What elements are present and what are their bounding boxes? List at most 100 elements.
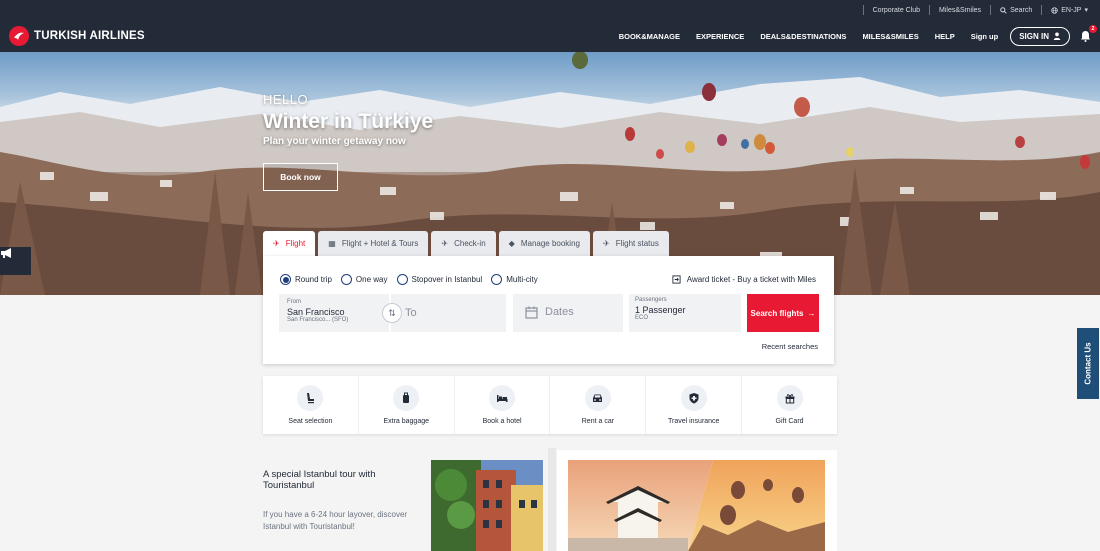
main-nav: BOOK&MANAGE EXPERIENCE DEALS&DESTINATION…	[611, 25, 1097, 47]
calendar-icon	[525, 306, 538, 319]
service-travel-insurance[interactable]: Travel insurance	[646, 376, 743, 434]
from-city: San Francisco	[287, 307, 345, 317]
nav-experience[interactable]: EXPERIENCE	[688, 25, 752, 47]
radio-label: One way	[355, 275, 388, 284]
baggage-icon	[393, 385, 420, 411]
service-extra-baggage[interactable]: Extra baggage	[359, 376, 455, 434]
divider	[990, 5, 992, 15]
award-ticket-link[interactable]: Award ticket - Buy a ticket with Miles	[672, 275, 816, 284]
swap-icon: ⇅	[388, 307, 396, 318]
promo-divider	[548, 448, 556, 551]
service-label: Seat selection	[288, 418, 333, 425]
miles-smiles-link[interactable]: Miles&Smiles	[939, 7, 981, 14]
hotel-icon: ▦	[328, 239, 336, 248]
promo-title[interactable]: A special Istanbul tour with Touristanbu…	[263, 469, 413, 491]
radio-one-way[interactable]: One way	[340, 274, 388, 285]
ticket-icon: ◆	[508, 239, 515, 248]
corporate-club-link[interactable]: Corporate Club	[873, 7, 920, 14]
globe-icon	[1051, 6, 1058, 14]
gift-icon	[776, 385, 803, 411]
search-flights-label: Search flights	[750, 308, 804, 318]
shield-icon	[680, 385, 707, 411]
chevron-down-icon: ▾	[1084, 7, 1088, 14]
tab-flight-status[interactable]: ✈ Flight status	[592, 231, 669, 256]
service-label: Gift Card	[775, 418, 804, 425]
arrow-right-icon: →	[807, 308, 816, 318]
service-label: Book a hotel	[482, 418, 522, 425]
car-icon	[584, 385, 611, 411]
check-in-icon: ✈	[441, 239, 449, 248]
tab-check-in[interactable]: ✈ Check-in	[431, 231, 496, 256]
services-bar: Seat selection Extra baggage Book a hote…	[263, 376, 837, 434]
radio-round-trip[interactable]: Round trip	[280, 274, 332, 285]
language-selector[interactable]: EN-JP ▾	[1051, 6, 1088, 14]
user-icon	[1053, 32, 1061, 40]
search-label: Search	[1010, 6, 1033, 14]
sign-in-label: SIGN IN	[1019, 31, 1049, 41]
plane-icon: ✈	[273, 239, 280, 248]
radio-selected-icon	[280, 274, 291, 285]
service-seat-selection[interactable]: Seat selection	[263, 376, 359, 434]
search-link[interactable]: Search	[1000, 7, 1032, 14]
from-airport: San Francisco... (SFO)	[287, 317, 349, 323]
nav-deals-destinations[interactable]: DEALS&DESTINATIONS	[752, 25, 854, 47]
announcement-button[interactable]	[0, 247, 31, 275]
contact-us-label: Contact Us	[1083, 342, 1093, 385]
bell-icon	[1080, 31, 1090, 42]
utility-bar: Corporate Club Miles&Smiles Search EN-JP…	[0, 0, 1100, 20]
hero-subline: Plan your winter getaway now	[263, 136, 406, 147]
from-field[interactable]: From San Francisco San Francisco... (SFO…	[279, 294, 389, 332]
service-book-hotel[interactable]: Book a hotel	[455, 376, 551, 434]
passengers-value: 1 Passenger	[635, 305, 686, 315]
service-gift-card[interactable]: Gift Card	[742, 376, 837, 434]
to-field[interactable]: To	[391, 294, 506, 332]
to-placeholder: To	[405, 307, 417, 319]
tab-flight-hotel-tours[interactable]: ▦ Flight + Hotel & Tours	[318, 231, 429, 256]
tab-label: Flight status	[615, 239, 659, 248]
divider	[1041, 5, 1043, 15]
hero-greeting: HELLO	[263, 92, 309, 107]
booking-tabs: ✈ Flight ▦ Flight + Hotel & Tours ✈ Chec…	[263, 231, 669, 256]
istanbul-street-image[interactable]	[431, 460, 543, 551]
tab-flight[interactable]: ✈ Flight	[263, 231, 316, 256]
recent-searches-link[interactable]: Recent searches	[762, 342, 818, 351]
tab-label: Flight + Hotel & Tours	[341, 239, 419, 248]
nav-help[interactable]: HELP	[927, 25, 963, 47]
passengers-field[interactable]: Passengers 1 Passenger ECO	[629, 294, 741, 332]
flight-status-icon: ✈	[602, 239, 610, 248]
book-now-button[interactable]: Book now	[263, 163, 338, 191]
passengers-label: Passengers	[635, 297, 667, 303]
nav-sign-up[interactable]: Sign up	[963, 25, 1007, 47]
hero-copy: HELLO Winter in Türkiye Plan your winter…	[263, 92, 433, 147]
service-rent-car[interactable]: Rent a car	[550, 376, 647, 434]
radio-label: Round trip	[295, 275, 332, 284]
search-icon	[1000, 6, 1007, 14]
radio-stopover[interactable]: Stopover in Istanbul	[396, 274, 482, 285]
promo-description: If you have a 6-24 hour layover, discove…	[263, 510, 408, 531]
notifications-button[interactable]: 2	[1078, 25, 1097, 43]
divider	[929, 5, 931, 15]
promo-touristanbul: A special Istanbul tour with Touristanbu…	[263, 469, 413, 533]
flight-search-form: Round trip One way Stopover in Istanbul …	[263, 256, 834, 364]
japan-turkey-destinations-image[interactable]	[568, 460, 825, 551]
main-header: TURKISH AIRLINES BOOK&MANAGE EXPERIENCE …	[0, 20, 1100, 52]
from-label: From	[287, 299, 301, 305]
service-label: Rent a car	[581, 418, 615, 425]
tab-label: Flight	[285, 239, 306, 248]
language-label: EN-JP	[1061, 6, 1082, 14]
swap-airports-button[interactable]: ⇅	[382, 303, 402, 323]
radio-multi-city[interactable]: Multi-city	[491, 274, 538, 285]
sign-in-button[interactable]: SIGN IN	[1010, 26, 1070, 46]
divider	[862, 5, 864, 15]
dates-field[interactable]: Dates	[513, 294, 623, 332]
trip-type-group: Round trip One way Stopover in Istanbul …	[280, 274, 538, 285]
radio-icon	[396, 274, 408, 285]
tab-manage-booking[interactable]: ◆ Manage booking	[498, 231, 590, 256]
search-flights-button[interactable]: Search flights →	[747, 294, 819, 332]
radio-icon	[340, 274, 352, 285]
brand-logo[interactable]: TURKISH AIRLINES	[9, 26, 145, 46]
contact-us-tab[interactable]: Contact Us	[1077, 328, 1099, 399]
nav-book-manage[interactable]: BOOK&MANAGE	[611, 25, 688, 47]
nav-miles-smiles[interactable]: MILES&SMILES	[854, 25, 926, 47]
hero-headline: Winter in Türkiye	[263, 110, 434, 133]
